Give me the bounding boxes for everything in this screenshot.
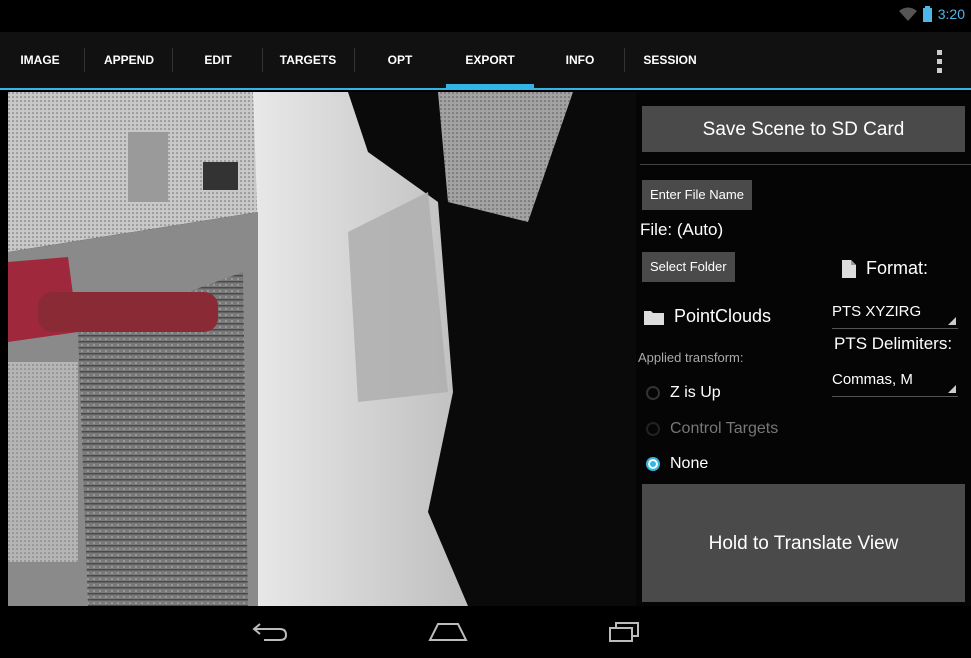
folder-icon: [644, 310, 664, 325]
divider: [640, 164, 971, 165]
tab-targets[interactable]: TARGETS: [264, 32, 352, 88]
save-scene-button[interactable]: Save Scene to SD Card: [642, 106, 965, 152]
tab-image[interactable]: IMAGE: [0, 32, 80, 88]
battery-icon: [922, 6, 932, 22]
radio-none[interactable]: None: [646, 455, 708, 473]
status-time: 3:20: [937, 6, 965, 22]
status-bar: 3:20: [0, 0, 971, 32]
back-icon[interactable]: [252, 620, 288, 642]
home-icon[interactable]: [428, 620, 468, 642]
radio-circle: [646, 422, 660, 436]
radio-label: None: [670, 455, 709, 472]
radio-circle[interactable]: [646, 386, 660, 400]
delimiters-select[interactable]: Commas, M: [832, 366, 958, 397]
folder-name: PointClouds: [674, 306, 772, 326]
radio-control-targets: Control Targets: [646, 420, 778, 438]
overflow-menu-icon[interactable]: [937, 50, 943, 77]
hold-to-translate-button[interactable]: Hold to Translate View: [642, 484, 965, 602]
enter-file-name-button[interactable]: Enter File Name: [642, 180, 752, 210]
export-panel: Save Scene to SD Card Enter File Name Fi…: [636, 92, 971, 606]
format-value: PTS XYZIRG: [832, 303, 922, 320]
radio-z-is-up[interactable]: Z is Up: [646, 384, 721, 402]
select-folder-button[interactable]: Select Folder: [642, 252, 735, 282]
tab-export[interactable]: EXPORT: [446, 32, 534, 88]
system-nav-bar: [0, 606, 971, 658]
tab-separator: [354, 48, 355, 72]
recents-icon[interactable]: [608, 620, 642, 642]
format-heading: Format:: [842, 258, 928, 279]
tab-info[interactable]: INFO: [536, 32, 624, 88]
radio-circle-selected[interactable]: [646, 457, 660, 471]
applied-transform-label: Applied transform:: [638, 350, 744, 365]
tab-separator: [84, 48, 85, 72]
radio-label: Control Targets: [670, 420, 779, 437]
wifi-icon: [898, 7, 917, 21]
tab-session[interactable]: SESSION: [628, 32, 712, 88]
radio-label: Z is Up: [670, 384, 721, 401]
folder-display: PointClouds: [644, 306, 771, 327]
tab-separator: [172, 48, 173, 72]
point-cloud-render: [8, 92, 636, 606]
tab-edit[interactable]: EDIT: [176, 32, 260, 88]
format-label: Format:: [866, 258, 929, 278]
dropdown-corner-icon: [948, 317, 956, 325]
dropdown-corner-icon: [948, 385, 956, 393]
tab-bar: IMAGE APPEND EDIT TARGETS OPT EXPORT INF…: [0, 32, 971, 90]
point-cloud-viewport[interactable]: [8, 92, 636, 606]
tab-separator: [262, 48, 263, 72]
tab-opt[interactable]: OPT: [356, 32, 444, 88]
delimiters-value: Commas, M: [832, 371, 913, 388]
format-select[interactable]: PTS XYZIRG: [832, 298, 958, 329]
document-icon: [842, 259, 856, 278]
pts-delimiters-label: PTS Delimiters:: [834, 334, 953, 353]
tab-separator: [624, 48, 625, 72]
file-name-text: File: (Auto): [640, 220, 724, 239]
tab-append[interactable]: APPEND: [88, 32, 170, 88]
